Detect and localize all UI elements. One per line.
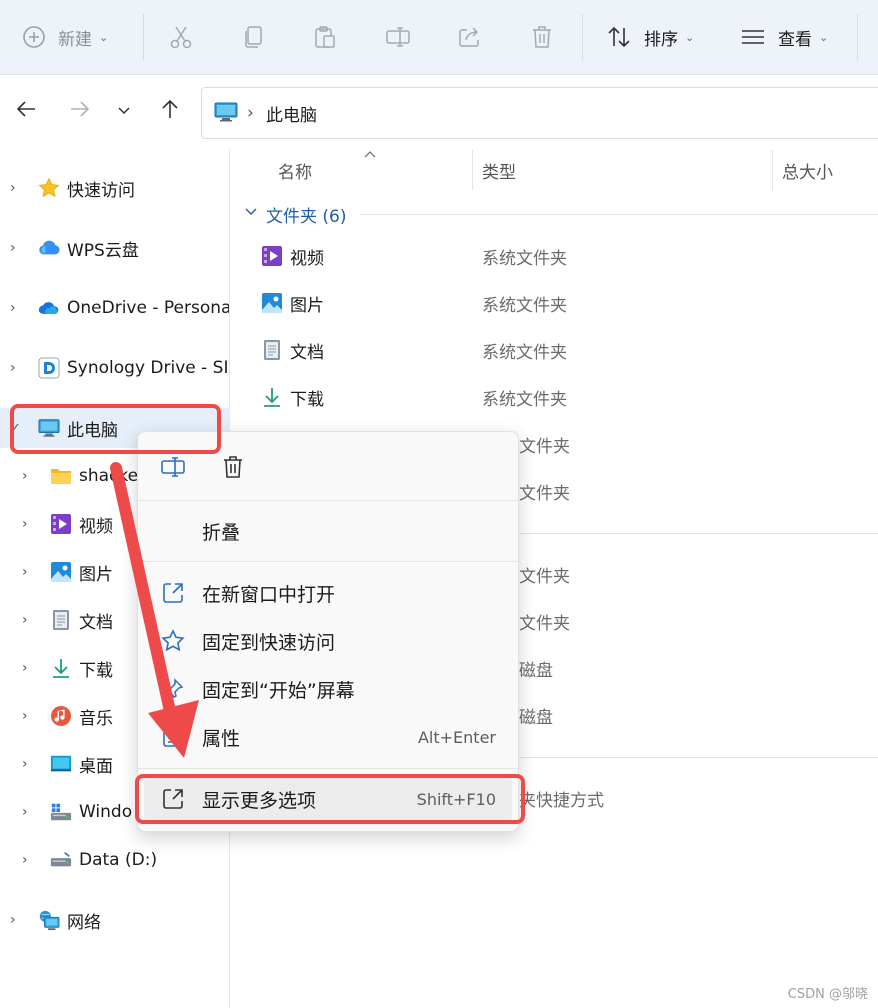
annotation-arrow-icon xyxy=(110,462,199,758)
watermark: CSDN @邬晓 xyxy=(787,987,868,1002)
